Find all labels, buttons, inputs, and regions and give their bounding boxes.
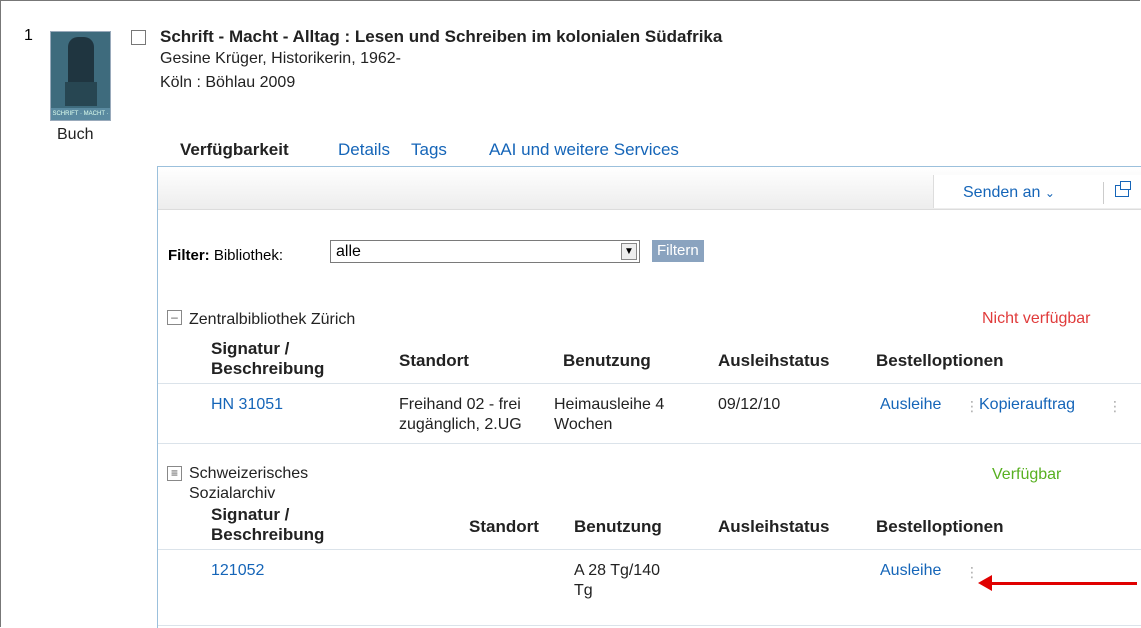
cover-figure-body: [65, 82, 97, 106]
filter-library-label: Bibliothek:: [213, 247, 284, 264]
annotation-arrow-head-icon: [978, 575, 992, 591]
send-to-button[interactable]: Senden an ⌄: [963, 184, 1055, 202]
tab-aai-services[interactable]: AAI und weitere Services: [489, 140, 679, 160]
book-cover-image[interactable]: SCHRIFT · MACHT · ALLTAG: [50, 31, 111, 121]
signatur-link[interactable]: HN 31051: [211, 395, 283, 415]
option-separator: ⋮: [965, 564, 979, 580]
toolbar-divider: [1103, 182, 1104, 204]
library-select-value: alle: [336, 243, 361, 260]
column-header-ausleihstatus: Ausleihstatus: [718, 517, 830, 536]
standort-cell: Freihand 02 - frei zugänglich, 2.UG: [399, 396, 522, 433]
option-separator: ⋮: [1108, 398, 1122, 414]
collapse-icon[interactable]: –: [167, 310, 182, 325]
select-dropdown-icon[interactable]: ▼: [621, 243, 637, 260]
send-to-label: Senden an: [963, 184, 1041, 201]
filter-label: Filter: Bibliothek:: [168, 247, 283, 264]
signatur-link[interactable]: 121052: [211, 561, 264, 581]
select-record-checkbox[interactable]: [131, 30, 146, 45]
record-publication: Köln : Böhlau 2009: [160, 74, 296, 91]
column-header-benutzung: Benutzung: [563, 351, 651, 370]
option-separator: ⋮: [965, 398, 979, 414]
column-header-bestelloptionen: Bestelloptionen: [876, 351, 1004, 370]
library-select[interactable]: alle ▼: [330, 240, 640, 263]
library-name: Schweizerisches Sozialarchiv: [189, 465, 309, 502]
status-unavailable: Nicht verfügbar: [982, 310, 1091, 327]
kopierauftrag-link[interactable]: Kopierauftrag: [979, 395, 1075, 415]
record-author: Gesine Krüger, Historikerin, 1962-: [160, 50, 401, 67]
resource-type-label: Buch: [57, 126, 94, 143]
open-new-window-icon[interactable]: [1115, 181, 1131, 197]
library-divider: [158, 443, 1141, 444]
library-name: Zentralbibliothek Zürich: [189, 311, 356, 328]
expand-collapse-icon[interactable]: ≡: [167, 466, 182, 481]
cover-figure: [68, 37, 94, 85]
column-header-standort: Standort: [399, 351, 469, 370]
annotation-arrow-line: [983, 582, 1137, 585]
tab-details[interactable]: Details: [338, 140, 390, 160]
column-header-ausleihstatus: Ausleihstatus: [718, 351, 830, 370]
chevron-down-icon: ⌄: [1044, 186, 1055, 200]
record-title[interactable]: Schrift - Macht - Alltag : Lesen und Sch…: [160, 27, 722, 47]
column-header-signatur: Signatur / Beschreibung: [211, 339, 325, 378]
table-header-divider: [158, 549, 1141, 550]
status-available: Verfügbar: [992, 466, 1062, 483]
benutzung-cell: A 28 Tg/140 Tg: [574, 562, 660, 599]
column-header-benutzung: Benutzung: [574, 517, 662, 536]
column-header-standort: Standort: [469, 517, 539, 536]
table-header-divider: [158, 383, 1141, 384]
row-divider: [158, 625, 1141, 626]
filter-label-bold: Filter:: [168, 247, 210, 264]
ausleihe-link[interactable]: Ausleihe: [880, 561, 941, 581]
tab-tags[interactable]: Tags: [411, 140, 447, 160]
filter-button[interactable]: Filtern: [652, 240, 704, 262]
column-header-bestelloptionen: Bestelloptionen: [876, 517, 1004, 536]
result-number: 1: [24, 27, 33, 44]
ausleihstatus-cell: 09/12/10: [718, 396, 781, 413]
ausleihe-link[interactable]: Ausleihe: [880, 395, 941, 415]
cover-title-band: SCHRIFT · MACHT · ALLTAG: [51, 108, 110, 120]
benutzung-cell: Heimausleihe 4 Wochen: [554, 396, 665, 433]
column-header-signatur: Signatur / Beschreibung: [211, 505, 325, 544]
tab-verfuegbarkeit[interactable]: Verfügbarkeit: [180, 140, 289, 160]
availability-panel: Senden an ⌄ Filter: Bibliothek: alle ▼ F…: [157, 166, 1141, 628]
